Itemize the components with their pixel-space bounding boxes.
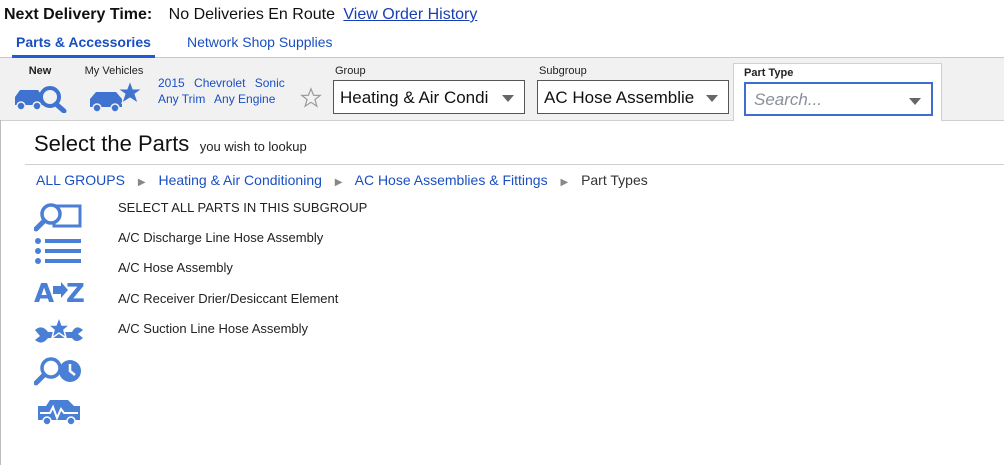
a-to-z-icon[interactable]: A Z xyxy=(34,274,84,308)
main-tabs: Parts & Accessories Network Shop Supplie… xyxy=(0,33,1004,58)
chevron-down-icon xyxy=(706,95,718,102)
new-vehicle-search-icon xyxy=(15,86,67,114)
part-type-select[interactable] xyxy=(744,82,933,116)
chevron-down-icon xyxy=(502,95,514,102)
list-item[interactable]: A/C Suction Line Hose Assembly xyxy=(118,321,308,336)
diagnostics-icon[interactable] xyxy=(34,394,84,428)
list-item[interactable]: A/C Discharge Line Hose Assembly xyxy=(118,230,323,245)
list-view-icon[interactable] xyxy=(34,236,84,270)
breadcrumb-arrow-icon: ▶ xyxy=(137,177,146,188)
my-vehicles-button[interactable]: My Vehicles xyxy=(80,65,148,120)
tab-parts-accessories[interactable]: Parts & Accessories xyxy=(12,34,155,58)
subgroup-select-block: Subgroup AC Hose Assemblie xyxy=(537,65,729,114)
list-item[interactable]: A/C Receiver Drier/Desiccant Element xyxy=(118,291,338,306)
vehicle-year[interactable]: 2015 xyxy=(158,76,185,90)
my-vehicles-icon xyxy=(90,79,144,113)
page-subtitle: you wish to lookup xyxy=(199,139,307,154)
group-select-block: Group Heating & Air Condi xyxy=(333,65,525,114)
view-order-history-link[interactable]: View Order History xyxy=(343,6,477,23)
subgroup-label: Subgroup xyxy=(539,65,587,77)
search-lookup-icon[interactable] xyxy=(34,200,84,234)
breadcrumb-group[interactable]: Heating & Air Conditioning xyxy=(158,172,321,188)
breadcrumb-arrow-icon: ▶ xyxy=(334,177,343,188)
svg-text:Z: Z xyxy=(66,279,84,308)
favorite-star-icon[interactable] xyxy=(300,87,322,109)
main-content: Select the Parts you wish to lookup ALL … xyxy=(0,120,1004,465)
subgroup-value: AC Hose Assemblie xyxy=(544,88,695,107)
svg-text:A: A xyxy=(34,279,54,308)
breadcrumb: ALL GROUPS ▶ Heating & Air Conditioning … xyxy=(36,172,648,188)
vehicle-engine[interactable]: Any Engine xyxy=(214,92,275,106)
delivery-status: No Deliveries En Route xyxy=(168,6,335,23)
vehicle-trim[interactable]: Any Trim xyxy=(158,92,205,106)
favorite-tools-icon[interactable] xyxy=(34,316,84,350)
list-item[interactable]: A/C Hose Assembly xyxy=(118,260,233,275)
search-history-icon[interactable] xyxy=(34,354,84,388)
select-all-parts-item[interactable]: SELECT ALL PARTS IN THIS SUBGROUP xyxy=(118,200,367,215)
vehicle-make[interactable]: Chevrolet xyxy=(194,76,245,90)
breadcrumb-current: Part Types xyxy=(581,172,648,188)
my-vehicles-label: My Vehicles xyxy=(84,65,144,77)
page-title: Select the Parts xyxy=(34,131,190,156)
delivery-label: Next Delivery Time: xyxy=(4,6,153,23)
subgroup-select[interactable]: AC Hose Assemblie xyxy=(537,80,729,114)
breadcrumb-all-groups[interactable]: ALL GROUPS xyxy=(36,172,125,188)
chevron-down-icon xyxy=(909,98,921,105)
page-heading: Select the Parts you wish to lookup xyxy=(34,131,307,157)
breadcrumb-subgroup[interactable]: AC Hose Assemblies & Fittings xyxy=(355,172,548,188)
part-type-label: Part Type xyxy=(744,67,794,79)
new-vehicle-button[interactable]: New xyxy=(12,65,68,118)
divider xyxy=(25,164,1004,165)
part-type-panel: Part Type xyxy=(733,63,942,121)
tab-network-shop-supplies[interactable]: Network Shop Supplies xyxy=(187,34,333,50)
new-label: New xyxy=(28,65,52,77)
vehicle-model[interactable]: Sonic xyxy=(255,76,285,90)
delivery-bar: Next Delivery Time: No Deliveries En Rou… xyxy=(4,6,477,24)
group-label: Group xyxy=(335,65,366,77)
selected-vehicle: 2015 Chevrolet Sonic Any Trim Any Engine xyxy=(158,75,291,107)
group-value: Heating & Air Condi xyxy=(340,88,489,107)
breadcrumb-arrow-icon: ▶ xyxy=(560,177,569,188)
group-select[interactable]: Heating & Air Condi xyxy=(333,80,525,114)
part-type-search-input[interactable] xyxy=(752,89,906,111)
